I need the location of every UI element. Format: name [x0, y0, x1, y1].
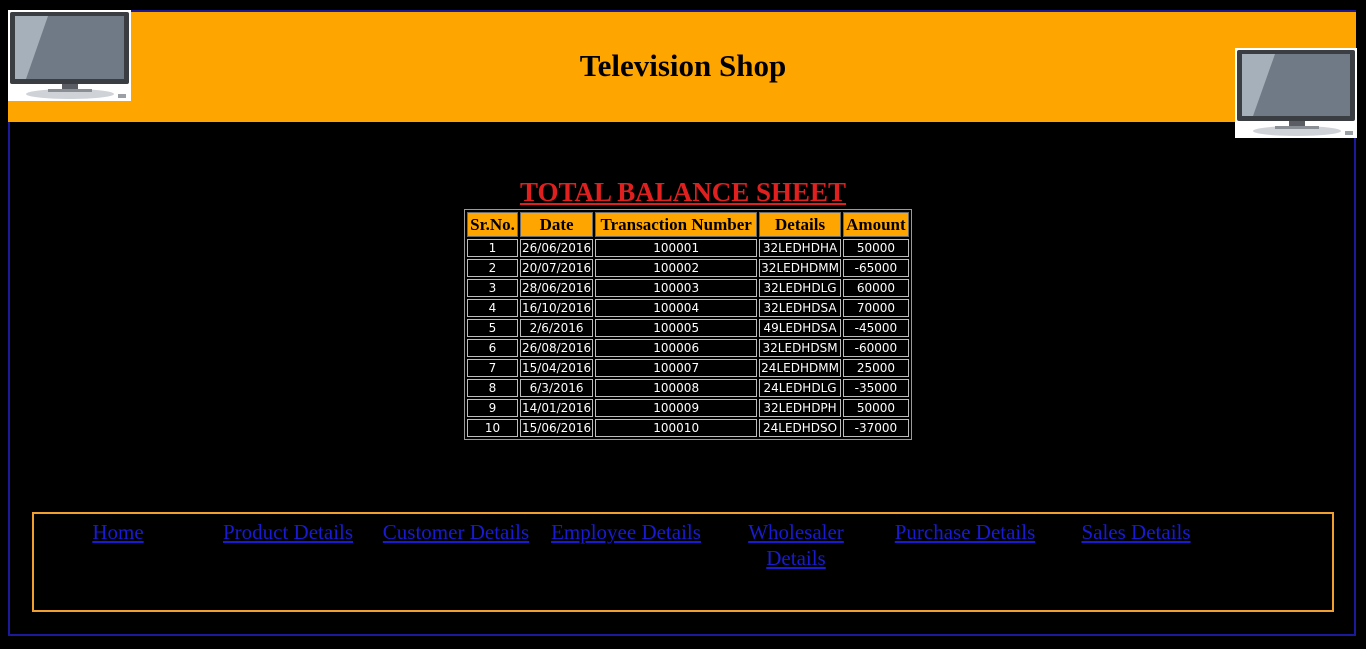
cell-details: 32LEDHDSM — [759, 339, 841, 357]
cell-amount: -60000 — [842, 339, 909, 357]
cell-details: 49LEDHDSA — [759, 319, 841, 337]
cell-details: 24LEDHDSO — [759, 419, 841, 437]
cell-details: 24LEDHDLG — [759, 379, 841, 397]
cell-transaction-number: 100002 — [595, 259, 758, 277]
cell-sr-no: 8 — [467, 379, 518, 397]
cell-amount: 60000 — [842, 279, 909, 297]
table-row: 1 26/06/2016 100001 32LEDHDHA 50000 — [467, 239, 909, 257]
table-row: 10 15/06/2016 100010 24LEDHDSO -37000 — [467, 419, 909, 437]
cell-amount: 50000 — [842, 239, 909, 257]
cell-amount: -65000 — [842, 259, 909, 277]
cell-date: 20/07/2016 — [520, 259, 594, 277]
cell-amount: -35000 — [842, 379, 909, 397]
column-header-sr-no: Sr.No. — [467, 212, 518, 237]
cell-transaction-number: 100003 — [595, 279, 758, 297]
cell-transaction-number: 100006 — [595, 339, 758, 357]
cell-date: 14/01/2016 — [520, 399, 594, 417]
column-header-transaction-number: Transaction Number — [595, 212, 758, 237]
cell-transaction-number: 100005 — [595, 319, 758, 337]
table-row: 8 6/3/2016 100008 24LEDHDLG -35000 — [467, 379, 909, 397]
cell-sr-no: 3 — [467, 279, 518, 297]
cell-amount: 25000 — [842, 359, 909, 377]
nav-link-home[interactable]: Home — [74, 519, 162, 545]
column-header-details: Details — [759, 212, 841, 237]
balance-table: Sr.No. Date Transaction Number Details A… — [464, 209, 912, 440]
cell-details: 32LEDHDLG — [759, 279, 841, 297]
cell-transaction-number: 100009 — [595, 399, 758, 417]
cell-transaction-number: 100004 — [595, 299, 758, 317]
cell-sr-no: 5 — [467, 319, 518, 337]
cell-date: 2/6/2016 — [520, 319, 594, 337]
navigation-bar: Home Product Details Customer Details Em… — [32, 512, 1334, 612]
nav-link-product-details[interactable]: Product Details — [214, 519, 362, 545]
cell-date: 26/06/2016 — [520, 239, 594, 257]
nav-link-purchase-details[interactable]: Purchase Details — [886, 519, 1044, 545]
nav-link-employee-details[interactable]: Employee Details — [544, 519, 708, 545]
table-row: 9 14/01/2016 100009 32LEDHDPH 50000 — [467, 399, 909, 417]
cell-date: 28/06/2016 — [520, 279, 594, 297]
cell-details: 32LEDHDPH — [759, 399, 841, 417]
table-header-row: Sr.No. Date Transaction Number Details A… — [467, 212, 909, 237]
cell-date: 16/10/2016 — [520, 299, 594, 317]
cell-transaction-number: 100001 — [595, 239, 758, 257]
cell-sr-no: 4 — [467, 299, 518, 317]
table-row: 5 2/6/2016 100005 49LEDHDSA -45000 — [467, 319, 909, 337]
nav-link-wholesaler-details[interactable]: Wholesaler Details — [734, 519, 858, 571]
column-header-amount: Amount — [842, 212, 909, 237]
cell-sr-no: 9 — [467, 399, 518, 417]
cell-sr-no: 6 — [467, 339, 518, 357]
cell-sr-no: 7 — [467, 359, 518, 377]
table-row: 6 26/08/2016 100006 32LEDHDSM -60000 — [467, 339, 909, 357]
cell-amount: -45000 — [842, 319, 909, 337]
table-row: 4 16/10/2016 100004 32LEDHDSA 70000 — [467, 299, 909, 317]
cell-details: 32LEDHDSA — [759, 299, 841, 317]
cell-date: 6/3/2016 — [520, 379, 594, 397]
cell-transaction-number: 100007 — [595, 359, 758, 377]
cell-date: 15/06/2016 — [520, 419, 594, 437]
table-row: 2 20/07/2016 100002 32LEDHDMM -65000 — [467, 259, 909, 277]
cell-sr-no: 1 — [467, 239, 518, 257]
nav-link-sales-details[interactable]: Sales Details — [1074, 519, 1198, 545]
cell-date: 26/08/2016 — [520, 339, 594, 357]
sheet-title: TOTAL BALANCE SHEET — [519, 177, 847, 207]
column-header-date: Date — [520, 212, 594, 237]
table-row: 7 15/04/2016 100007 24LEDHDMM 25000 — [467, 359, 909, 377]
table-row: 3 28/06/2016 100003 32LEDHDLG 60000 — [467, 279, 909, 297]
cell-amount: 50000 — [842, 399, 909, 417]
cell-date: 15/04/2016 — [520, 359, 594, 377]
cell-details: 32LEDHDMM — [759, 259, 841, 277]
cell-amount: 70000 — [842, 299, 909, 317]
cell-details: 24LEDHDMM — [759, 359, 841, 377]
nav-link-customer-details[interactable]: Customer Details — [376, 519, 536, 545]
cell-sr-no: 10 — [467, 419, 518, 437]
cell-amount: -37000 — [842, 419, 909, 437]
cell-sr-no: 2 — [467, 259, 518, 277]
page-title: Television Shop — [579, 48, 787, 83]
cell-details: 32LEDHDHA — [759, 239, 841, 257]
cell-transaction-number: 100010 — [595, 419, 758, 437]
cell-transaction-number: 100008 — [595, 379, 758, 397]
